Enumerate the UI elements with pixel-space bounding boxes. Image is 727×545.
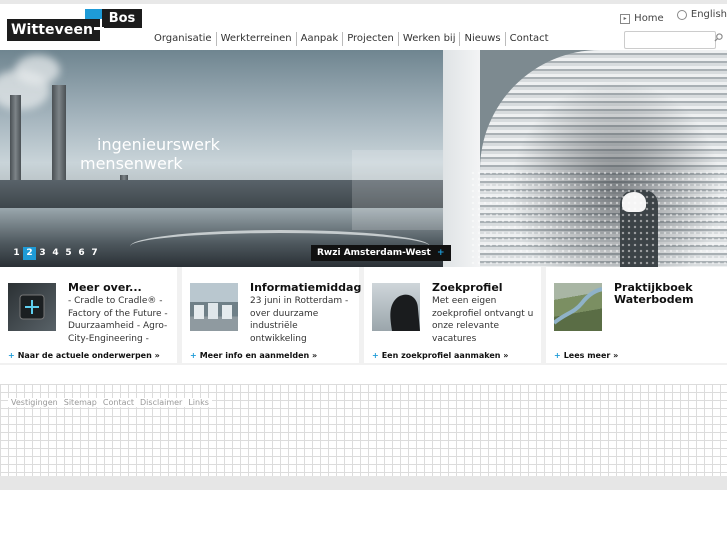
feature-thumb-meer-over xyxy=(8,283,56,331)
feature-box-meer-over: Meer over... - Cradle to Cradle® - Facto… xyxy=(0,267,177,363)
hero-banner[interactable]: ingenieurswerk mensenwerk xyxy=(0,50,727,267)
footer-links: Vestigingen Sitemap Contact Disclaimer L… xyxy=(8,398,212,407)
industry-icon xyxy=(194,303,232,319)
feature-text: 23 juni in Rotterdam - over duurzame ind… xyxy=(250,296,349,344)
pager-item-6[interactable]: 6 xyxy=(75,247,88,260)
feature-more-label: Meer info en aanmelden » xyxy=(199,351,318,360)
profile-silhouette-icon xyxy=(390,294,420,331)
feature-row: Meer over... - Cradle to Cradle® - Facto… xyxy=(0,267,727,365)
hero-tagline: ingenieurswerk mensenwerk xyxy=(80,135,220,173)
plus-icon: + xyxy=(554,351,561,360)
feature-more-label: Lees meer » xyxy=(563,351,619,360)
hero-caption-link[interactable]: Rwzi Amsterdam-West + xyxy=(311,245,451,261)
footer-link-links[interactable]: Links xyxy=(185,398,212,407)
top-links: ▸ Home English xyxy=(610,9,727,24)
river-icon xyxy=(554,287,602,325)
logo-witteveen: Witteveen xyxy=(7,19,100,41)
footer: Vestigingen Sitemap Contact Disclaimer L… xyxy=(0,384,727,476)
nav-item-werkterreinen[interactable]: Werkterreinen xyxy=(217,32,297,46)
plus-icon: + xyxy=(190,351,197,360)
bottom-bar xyxy=(0,476,727,490)
top-strip xyxy=(0,0,727,4)
nav-item-organisatie[interactable]: Organisatie xyxy=(150,32,217,46)
footer-link-vestigingen[interactable]: Vestigingen xyxy=(8,398,61,407)
pager-item-7[interactable]: 7 xyxy=(88,247,101,260)
search-input[interactable] xyxy=(624,31,716,49)
feature-text: Met een eigen zoekprofiel ontvangt u onz… xyxy=(432,296,534,344)
home-icon: ▸ xyxy=(620,13,631,24)
feature-title: Meer over... xyxy=(68,281,142,294)
english-link-label: English xyxy=(690,9,727,20)
pager-item-5[interactable]: 5 xyxy=(62,247,75,260)
hero-overlay-square xyxy=(352,150,443,230)
feature-more-link[interactable]: + Een zoekprofiel aanmaken » xyxy=(372,351,508,360)
feature-more-link[interactable]: + Lees meer » xyxy=(554,351,618,360)
footer-link-contact[interactable]: Contact xyxy=(100,398,137,407)
dot-pattern xyxy=(470,170,727,267)
feature-title: Zoekprofiel xyxy=(432,281,503,294)
plus-button-icon xyxy=(19,294,45,320)
plus-icon: + xyxy=(8,351,15,360)
feature-thumb-zoekprofiel xyxy=(372,283,420,331)
feature-more-link[interactable]: + Meer info en aanmelden » xyxy=(190,351,317,360)
feature-box-praktijkboek: Praktijkboek Waterbodem + Lees meer » xyxy=(546,267,727,363)
smoke xyxy=(15,55,60,85)
pager-item-2[interactable]: 2 xyxy=(23,247,36,260)
plus-icon: + xyxy=(372,351,379,360)
home-link[interactable]: ▸ Home xyxy=(620,13,664,24)
logo[interactable]: Bos Witteveen xyxy=(7,9,142,43)
feature-title: Praktijkboek Waterbodem xyxy=(614,281,694,306)
pager-item-1[interactable]: 1 xyxy=(10,247,23,260)
feature-thumb-informatiemiddag xyxy=(190,283,238,331)
main-nav: Organisatie Werkterreinen Aanpak Project… xyxy=(150,32,553,46)
tagline-line2: mensenwerk xyxy=(80,154,183,173)
plus-icon: + xyxy=(436,248,445,258)
feature-more-label: Een zoekprofiel aanmaken » xyxy=(381,351,509,360)
footer-link-disclaimer[interactable]: Disclaimer xyxy=(137,398,185,407)
pager-item-4[interactable]: 4 xyxy=(49,247,62,260)
globe-icon xyxy=(676,9,687,20)
feature-box-informatiemiddag: Informatiemiddag 23 juni in Rotterdam - … xyxy=(182,267,362,363)
hero-caption-label: Rwzi Amsterdam-West xyxy=(317,248,431,258)
logo-bos: Bos xyxy=(102,9,142,28)
feature-text: - Cradle to Cradle® - Factory of the Fut… xyxy=(68,296,168,344)
feature-box-zoekprofiel: Zoekprofiel Met een eigen zoekprofiel on… xyxy=(364,267,541,363)
logo-dash xyxy=(94,27,104,30)
footer-link-sitemap[interactable]: Sitemap xyxy=(61,398,100,407)
nav-item-nieuws[interactable]: Nieuws xyxy=(460,32,506,46)
feature-more-label: Naar de actuele onderwerpen » xyxy=(17,351,160,360)
feature-thumb-praktijkboek xyxy=(554,283,602,331)
search-icon[interactable] xyxy=(714,33,723,42)
feature-more-link[interactable]: + Naar de actuele onderwerpen » xyxy=(8,351,160,360)
nav-item-contact[interactable]: Contact xyxy=(506,32,553,46)
pager-item-3[interactable]: 3 xyxy=(36,247,49,260)
logo-blue-block xyxy=(85,9,102,19)
nav-item-projecten[interactable]: Projecten xyxy=(343,32,399,46)
nav-item-werken-bij[interactable]: Werken bij xyxy=(399,32,461,46)
hero-pager: 1 2 3 4 5 6 7 xyxy=(10,247,101,260)
tagline-line1: ingenieurswerk xyxy=(97,135,220,154)
nav-item-aanpak[interactable]: Aanpak xyxy=(297,32,344,46)
feature-title: Informatiemiddag xyxy=(250,281,362,294)
home-link-label: Home xyxy=(634,13,664,24)
english-link[interactable]: English xyxy=(676,9,727,20)
